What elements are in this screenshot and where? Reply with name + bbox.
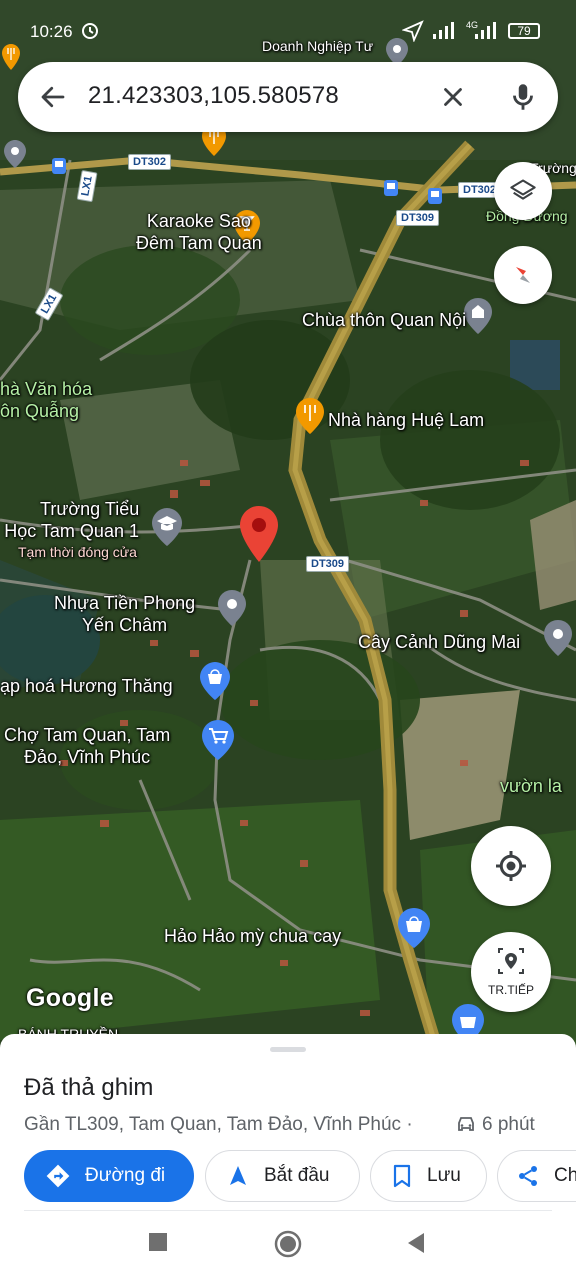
start-button[interactable]: Bắt đầu: [205, 1150, 360, 1202]
map-label-truong-line1: Trường Tiểu: [40, 499, 140, 519]
road-shield-dt309: DT309: [306, 556, 350, 572]
shopping-pin-icon[interactable]: [200, 662, 230, 700]
place-sheet[interactable]: Đã thả ghim Gần TL309, Tam Quan, Tam Đảo…: [0, 1034, 576, 1212]
map-label-tap-hoa[interactable]: ạp hoá Hương Thăng: [0, 676, 173, 697]
search-query[interactable]: 21.423303,105.580578: [88, 82, 339, 110]
start-label: Bắt đầu: [264, 1165, 330, 1186]
search-bar[interactable]: 21.423303,105.580578: [18, 62, 558, 132]
map-label-nha-van-hoa[interactable]: hà Văn hóa ôn Quẫng: [0, 378, 92, 422]
shopping-pin-icon[interactable]: [398, 908, 430, 948]
close-icon[interactable]: [438, 82, 468, 112]
back-arrow-icon[interactable]: [38, 82, 68, 112]
my-location-icon: [496, 851, 526, 881]
status-bar: 10:26 4G 79: [0, 0, 576, 62]
compass-button[interactable]: [494, 246, 552, 304]
directions-button[interactable]: Đường đi: [24, 1150, 194, 1202]
bus-stop-icon[interactable]: [384, 180, 398, 196]
sheet-divider: [24, 1210, 552, 1211]
layers-button[interactable]: [494, 162, 552, 220]
place-title: Đã thả ghim: [24, 1074, 154, 1101]
map-label-nha-van-hoa-line1: hà Văn hóa: [0, 379, 93, 399]
map-label-hao-hao[interactable]: Hảo Hảo mỳ chua cay: [164, 926, 341, 947]
system-nav-bar: [0, 1212, 576, 1280]
share-icon: [519, 1166, 537, 1186]
place-pin-icon[interactable]: [544, 620, 572, 656]
bus-stop-icon[interactable]: [428, 188, 442, 204]
google-attribution: Google: [26, 984, 114, 1012]
map-label-truong[interactable]: Trường Tiểu Học Tam Quan 1: [4, 498, 139, 542]
temple-pin-icon[interactable]: [464, 298, 492, 334]
map-label-chua[interactable]: Chùa thôn Quan Nội: [302, 310, 466, 331]
signal-icon: [475, 22, 496, 39]
place-address: Gần TL309, Tam Quan, Tam Đảo, Vĩnh Phúc …: [24, 1114, 413, 1135]
map-label-karaoke[interactable]: Karaoke Sao Đêm Tam Quan: [136, 210, 262, 254]
map-label-nha-hang[interactable]: Nhà hàng Huệ Lam: [328, 410, 484, 431]
compass-icon: [516, 267, 530, 283]
place-pin-icon[interactable]: [4, 140, 26, 168]
map-label-nha-van-hoa-line2: ôn Quẫng: [0, 401, 80, 421]
save-label: Lưu: [427, 1165, 461, 1186]
map-label-cay-canh[interactable]: Cây Cảnh Dũng Mai: [358, 632, 520, 653]
map-label-karaoke-line2: Đêm Tam Quan: [136, 233, 262, 253]
road-shield-dt309: DT309: [396, 210, 440, 226]
layers-icon: [510, 179, 536, 200]
sheet-drag-handle[interactable]: [270, 1047, 306, 1052]
directions-label: Đường đi: [85, 1165, 166, 1186]
live-view-icon: [498, 948, 524, 974]
navigation-icon: [230, 1166, 246, 1185]
microphone-icon[interactable]: [506, 80, 540, 114]
road-shield-dt302: DT302: [128, 154, 172, 170]
my-location-button[interactable]: [471, 826, 551, 906]
signal-icon: [433, 22, 454, 39]
car-icon: [458, 1117, 474, 1131]
map-label-nhua-line2: Yến Châm: [82, 615, 168, 635]
map-label-cho[interactable]: Chợ Tam Quan, Tam Đảo, Vĩnh Phúc: [4, 724, 170, 768]
market-cart-pin-icon[interactable]: [202, 720, 234, 760]
place-pin-icon[interactable]: [218, 590, 246, 626]
bookmark-icon: [393, 1164, 411, 1188]
share-label: Ch: [554, 1165, 576, 1186]
recents-icon[interactable]: [148, 1232, 168, 1252]
battery-level: 79: [508, 23, 540, 39]
drive-time: 6 phút: [456, 1114, 535, 1136]
status-time: 10:26: [30, 22, 73, 41]
bus-stop-icon[interactable]: [52, 158, 66, 174]
drive-time-value: 6 phút: [482, 1114, 535, 1135]
map-label-nhua[interactable]: Nhựa Tiền Phong Yến Châm: [54, 592, 195, 636]
navigation-arrow-icon: [402, 20, 424, 42]
map-label-vuon[interactable]: vườn la: [500, 776, 562, 797]
live-view-label: TR.TIẾP: [487, 983, 534, 997]
map-label-cho-line1: Chợ Tam Quan, Tam: [4, 725, 171, 745]
home-icon[interactable]: [274, 1230, 302, 1258]
alarm-icon: [82, 23, 98, 39]
map-label-karaoke-line1: Karaoke Sao: [146, 211, 251, 231]
map-label-nhua-line1: Nhựa Tiền Phong: [54, 593, 196, 613]
map-canvas[interactable]: DT302 DT302 DT309 DT309 LX1 LX1 Doanh Ng…: [0, 0, 576, 1060]
dropped-pin-marker[interactable]: [240, 506, 278, 562]
live-view-button[interactable]: TR.TIẾP: [471, 932, 551, 1012]
map-label-truong-line2: Học Tam Quan 1: [4, 521, 139, 541]
directions-icon: [46, 1164, 70, 1188]
save-button[interactable]: Lưu: [370, 1150, 487, 1202]
back-icon[interactable]: [406, 1232, 426, 1254]
share-button[interactable]: Ch: [497, 1150, 576, 1202]
school-pin-icon[interactable]: [152, 508, 182, 546]
map-label-cho-line2: Đảo, Vĩnh Phúc: [24, 747, 151, 767]
map-label-truong-status: Tạm thời đóng cửa: [18, 544, 137, 560]
restaurant-pin-icon[interactable]: [296, 398, 324, 434]
